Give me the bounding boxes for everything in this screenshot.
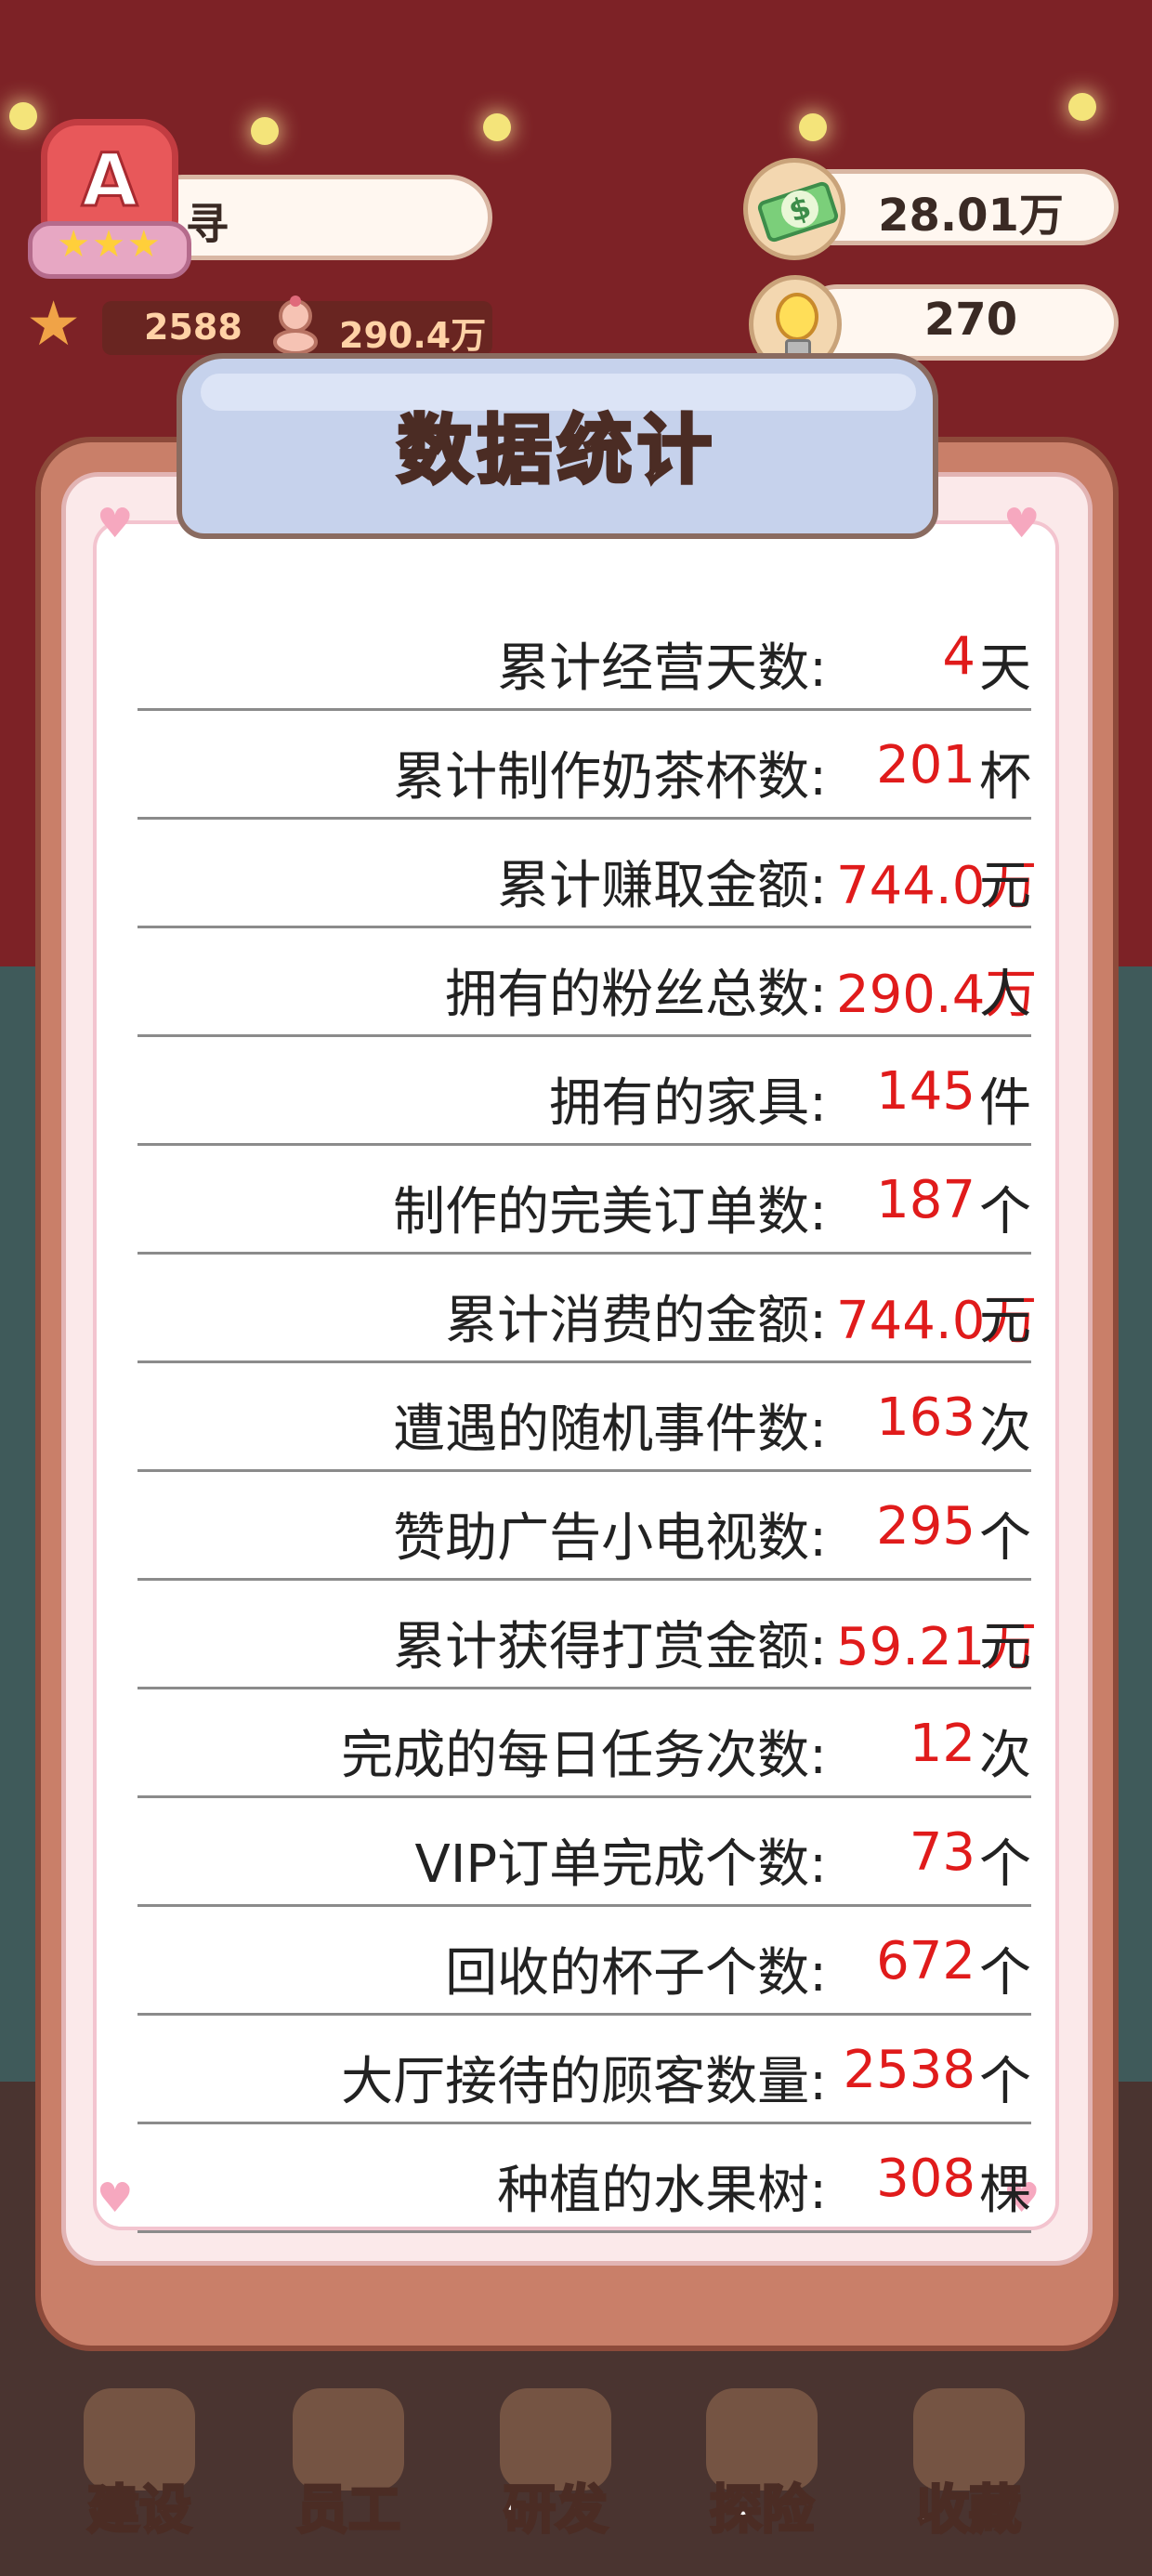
stat-number: 73 xyxy=(909,1822,975,1883)
stat-unit: 杯 xyxy=(979,747,1031,808)
stat-unit: 次 xyxy=(979,1726,1031,1786)
nav-label: 研发 xyxy=(503,2479,609,2543)
stats-list[interactable]: 累计经营天数: 4 天累计制作奶茶杯数: 201 杯累计赚取金额: 744.0万元拥有的粉… xyxy=(137,602,1037,2233)
stat-value: 201 杯 xyxy=(836,735,1031,808)
stat-unit: 个 xyxy=(979,1943,1031,2004)
stat-label: 大厅接待的顾客数量: xyxy=(341,2052,827,2112)
stat-value: 308 棵 xyxy=(836,2149,1031,2221)
money-icon: $ xyxy=(743,158,845,260)
stat-value: 672 个 xyxy=(836,1931,1031,2004)
stat-unit: 元 xyxy=(979,1617,1031,1677)
stat-row: 拥有的家具: 145 件 xyxy=(137,1037,1031,1146)
stat-row: 制作的完美订单数: 187 个 xyxy=(137,1146,1031,1255)
stat-unit: 个 xyxy=(979,1182,1031,1242)
stat-value: 295 个 xyxy=(836,1496,1031,1569)
rank-badge[interactable]: A ★★★ xyxy=(28,119,191,296)
stat-number: 145 xyxy=(876,1061,975,1122)
stat-row: 完成的每日任务次数: 12 次 xyxy=(137,1689,1031,1798)
stat-value: 2538 个 xyxy=(836,2040,1031,2112)
stat-number: 4 xyxy=(942,626,975,687)
stat-value: 73 个 xyxy=(836,1822,1031,1895)
fan-icon xyxy=(273,296,318,355)
rank-stars-icon: ★★★ xyxy=(57,223,163,266)
stat-label: 累计消费的金额: xyxy=(445,1291,827,1351)
stat-row: 种植的水果树: 308 棵 xyxy=(137,2124,1031,2233)
stat-number: 201 xyxy=(876,735,975,795)
stat-value: 187 个 xyxy=(836,1170,1031,1242)
stat-label: 制作的完美订单数: xyxy=(393,1182,827,1242)
nav-label: 员工 xyxy=(295,2479,402,2543)
stat-row: 赞助广告小电视数: 295 个 xyxy=(137,1472,1031,1581)
heart-icon: ♥ xyxy=(97,500,134,547)
stat-label: 拥有的粉丝总数: xyxy=(445,965,827,1025)
stat-row: 累计制作奶茶杯数: 201 杯 xyxy=(137,711,1031,820)
stat-value: 59.21万元 xyxy=(836,1605,1037,1680)
page-title: 数据统计 xyxy=(396,405,717,495)
stat-label: 回收的杯子个数: xyxy=(445,1943,827,2004)
stat-value: 290.4万人 xyxy=(836,953,1037,1028)
stat-number: 308 xyxy=(876,2149,975,2209)
money-value: 28.01万 xyxy=(878,190,1064,242)
stat-number: 672 xyxy=(876,1931,975,1991)
bottom-nav: 建设 员工 研发 探险 收藏 xyxy=(56,2379,1096,2576)
fan-count: 290.4万 xyxy=(339,315,487,356)
stat-row: 遭遇的随机事件数: 163 次 xyxy=(137,1363,1031,1472)
stat-number: 163 xyxy=(876,1387,975,1448)
stat-unit: 元 xyxy=(979,856,1031,916)
stat-row: 回收的杯子个数: 672 个 xyxy=(137,1907,1031,2016)
nav-label: 探险 xyxy=(709,2479,816,2543)
nav-item[interactable]: 收藏 xyxy=(885,2379,1053,2576)
stat-label: 累计赚取金额: xyxy=(497,856,827,916)
stat-number: 295 xyxy=(876,1496,975,1557)
stat-row: 累计消费的金额: 744.0万元 xyxy=(137,1255,1037,1363)
stat-row: 累计经营天数: 4 天 xyxy=(137,602,1031,711)
stat-unit: 元 xyxy=(979,1291,1031,1351)
nav-label: 收藏 xyxy=(916,2479,1023,2543)
stat-value: 145 件 xyxy=(836,1061,1031,1134)
stat-value: 4天 xyxy=(836,626,1031,699)
nav-label: 建设 xyxy=(86,2479,193,2543)
nav-item[interactable]: 探险 xyxy=(678,2379,845,2576)
stat-label: VIP订单完成个数: xyxy=(414,1834,827,1895)
nav-item[interactable]: 研发 xyxy=(472,2379,639,2576)
star-count: 2588 xyxy=(144,307,242,348)
stat-label: 种植的水果树: xyxy=(497,2161,827,2221)
stat-label: 拥有的家具: xyxy=(549,1073,827,1134)
star-icon: ★ xyxy=(26,288,82,360)
stat-row: 大厅接待的顾客数量: 2538 个 xyxy=(137,2016,1031,2124)
stat-label: 累计制作奶茶杯数: xyxy=(393,747,827,808)
stat-value: 12 次 xyxy=(836,1714,1031,1786)
rank-letter: A xyxy=(80,138,138,225)
nav-item[interactable]: 员工 xyxy=(265,2379,432,2576)
stat-row: 累计赚取金额: 744.0万元 xyxy=(137,820,1037,928)
stat-label: 遭遇的随机事件数: xyxy=(393,1400,827,1460)
heart-icon: ♥ xyxy=(97,2175,134,2222)
stat-number: 2538 xyxy=(843,2040,975,2100)
stat-unit: 棵 xyxy=(979,2161,1031,2221)
stat-row: 累计获得打赏金额: 59.21万元 xyxy=(137,1581,1037,1689)
stat-number: 12 xyxy=(909,1714,975,1774)
stat-label: 累计经营天数: xyxy=(497,638,827,699)
stat-label: 完成的每日任务次数: xyxy=(341,1726,827,1786)
stat-row: 拥有的粉丝总数: 290.4万人 xyxy=(137,928,1037,1037)
stat-number: 187 xyxy=(876,1170,975,1230)
stat-unit: 天 xyxy=(979,638,1031,699)
stat-unit: 个 xyxy=(979,1834,1031,1895)
nav-item[interactable]: 建设 xyxy=(56,2379,223,2576)
stat-value: 744.0万元 xyxy=(836,1279,1037,1354)
stat-value: 744.0万元 xyxy=(836,844,1037,919)
stat-row: VIP订单完成个数: 73 个 xyxy=(137,1798,1031,1907)
stat-unit: 人 xyxy=(979,965,1031,1025)
player-name: 寻 xyxy=(186,199,229,249)
stat-label: 赞助广告小电视数: xyxy=(393,1508,827,1569)
stat-unit: 个 xyxy=(979,2052,1031,2112)
stat-unit: 个 xyxy=(979,1508,1031,1569)
stat-unit: 件 xyxy=(979,1073,1031,1134)
stat-unit: 次 xyxy=(979,1400,1031,1460)
idea-value: 270 xyxy=(923,294,1018,346)
stat-label: 累计获得打赏金额: xyxy=(393,1617,827,1677)
heart-icon: ♥ xyxy=(1003,500,1041,547)
stat-value: 163 次 xyxy=(836,1387,1031,1460)
